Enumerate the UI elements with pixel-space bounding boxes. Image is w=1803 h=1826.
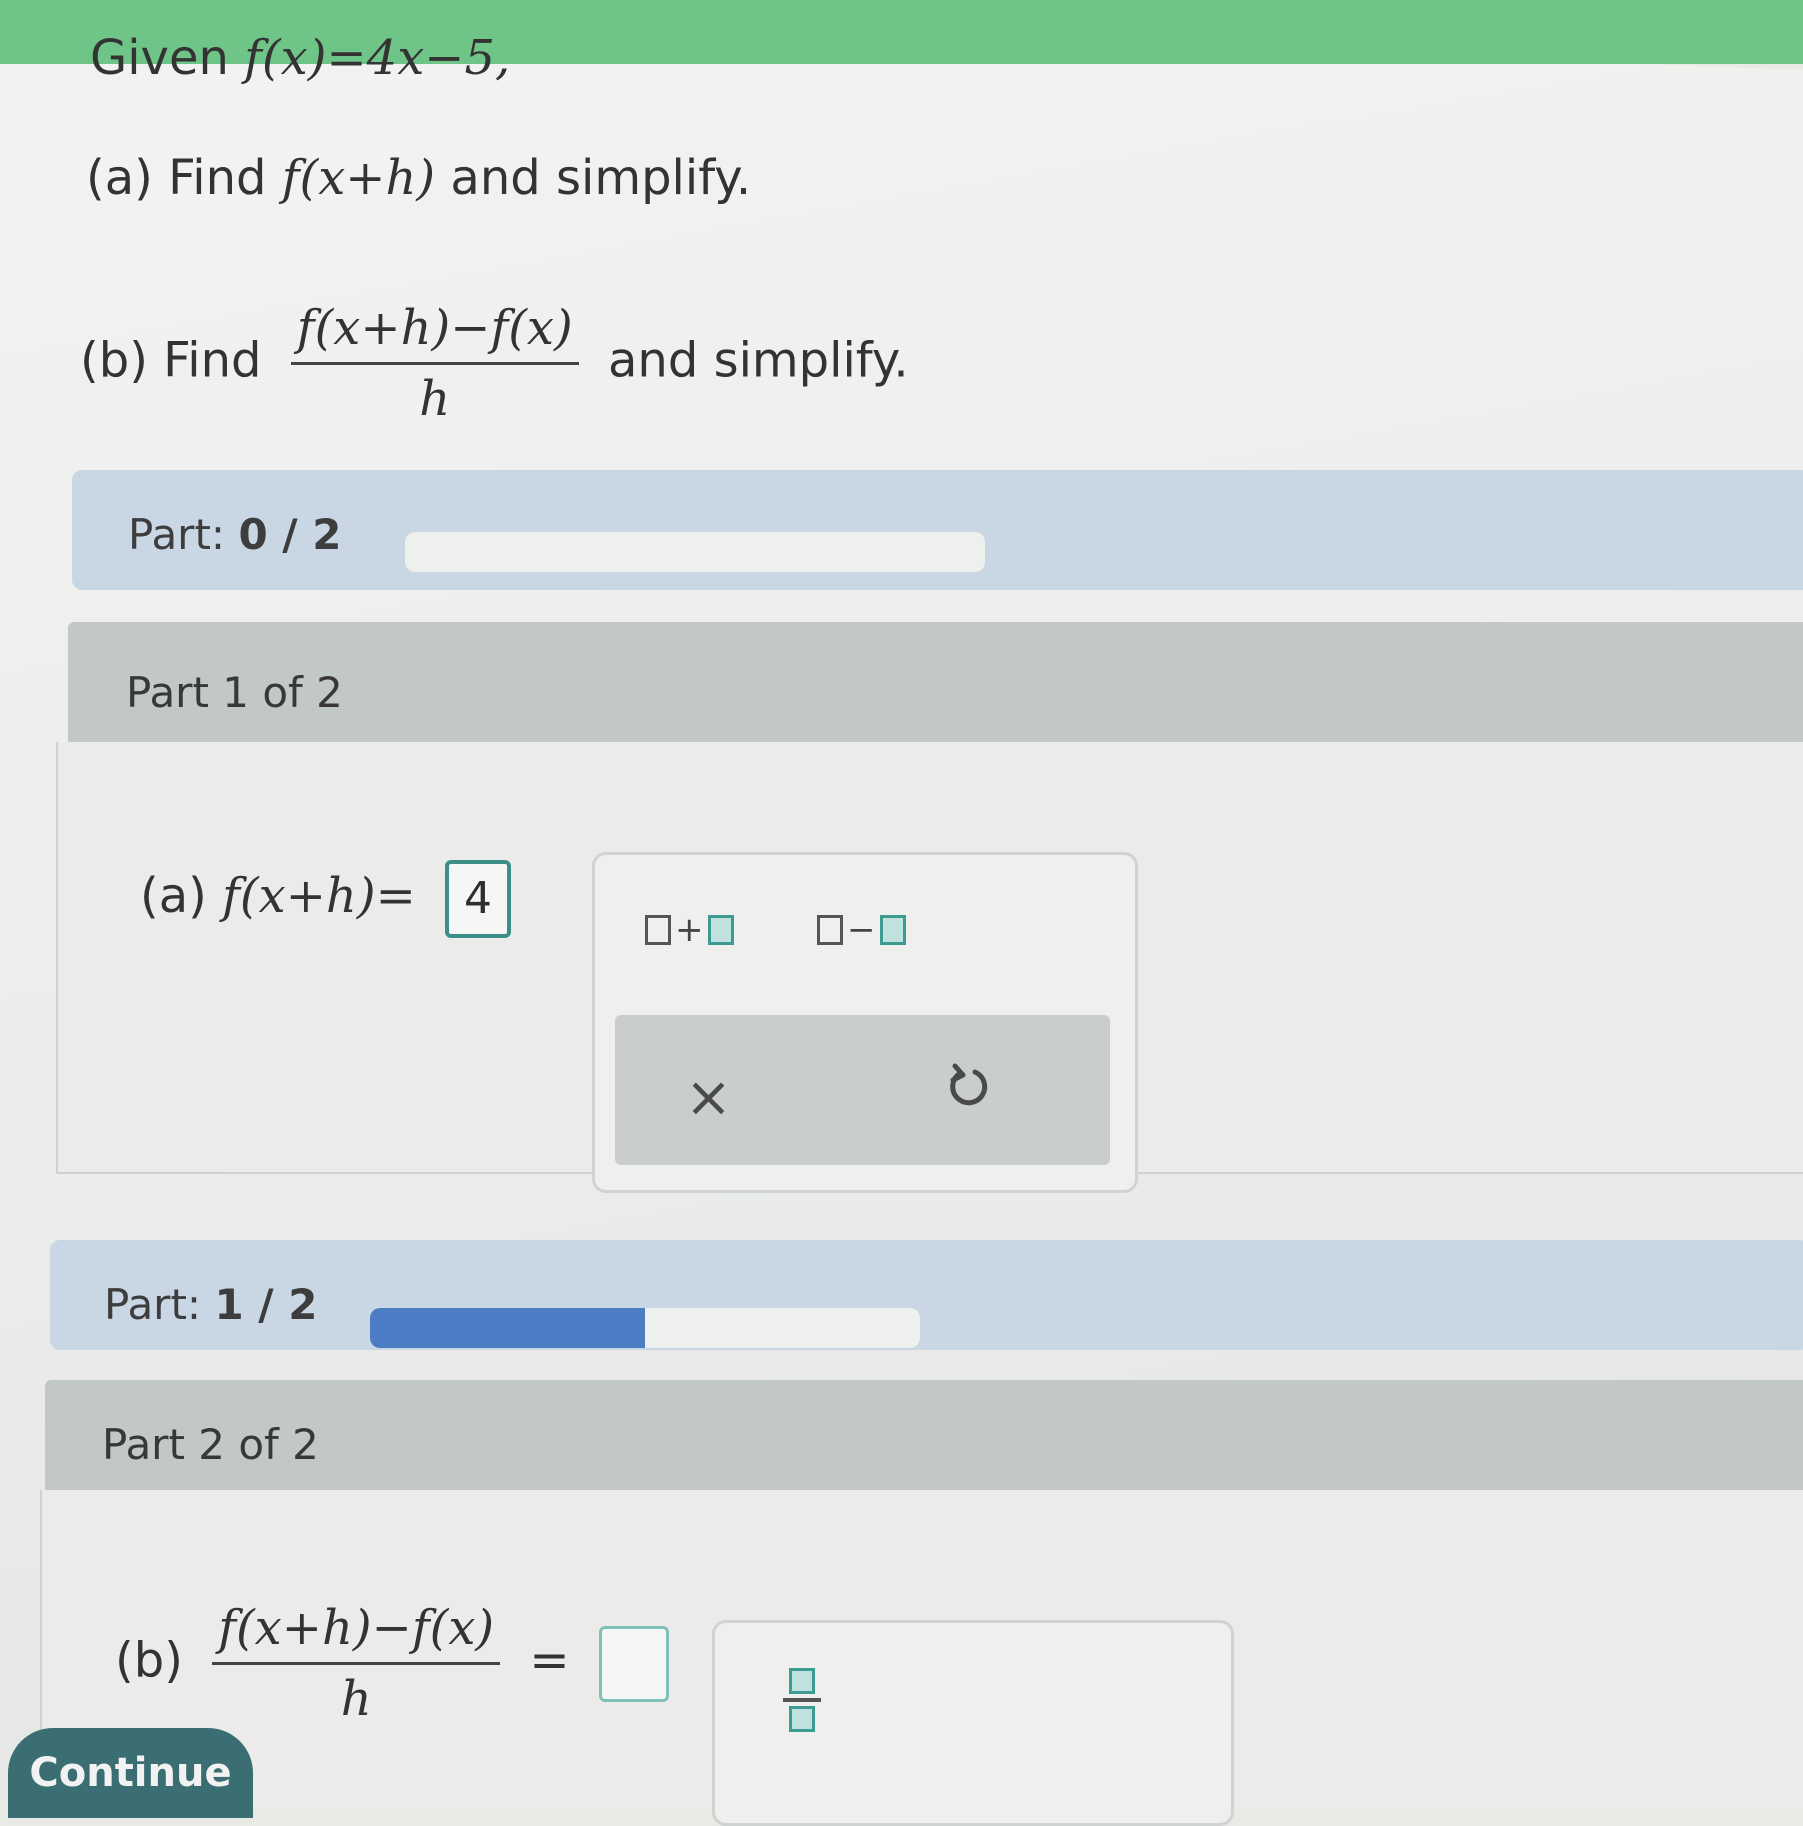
placeholder-square-icon bbox=[817, 915, 843, 945]
difference-template-button[interactable]: − bbox=[817, 910, 906, 950]
part-progress-label-1: Part: 0 / 2 bbox=[128, 510, 341, 559]
part-2-title: Part 2 of 2 bbox=[102, 1420, 319, 1469]
part-1-eq-label: (a) bbox=[140, 868, 207, 924]
part-progress-text-2: Part: bbox=[104, 1280, 202, 1329]
part-a-suffix: and simplify. bbox=[450, 150, 752, 206]
part-progress-value-2: 1 / 2 bbox=[214, 1280, 318, 1329]
part-b-numerator: f(x+h)−f(x) bbox=[290, 300, 579, 365]
part-progress-label-2: Part: 1 / 2 bbox=[104, 1280, 317, 1329]
part-2-fraction: f(x+h)−f(x) h bbox=[212, 1600, 501, 1727]
undo-button[interactable] bbox=[945, 1060, 993, 1114]
given-prefix: Given bbox=[90, 30, 229, 86]
placeholder-square-icon bbox=[879, 915, 906, 945]
fraction-template-icon bbox=[783, 1668, 821, 1732]
progress-track-1 bbox=[405, 532, 985, 572]
progress-fill-2 bbox=[370, 1308, 645, 1348]
part-2-numerator: f(x+h)−f(x) bbox=[212, 1600, 501, 1665]
continue-button[interactable]: Continue bbox=[8, 1728, 253, 1818]
part-progress-text-1: Part: bbox=[128, 510, 226, 559]
placeholder-square-icon bbox=[707, 915, 734, 945]
part-2-denominator: h bbox=[340, 1671, 372, 1727]
given-expression: f(x)=4x−5, bbox=[244, 30, 511, 86]
fraction-template-button[interactable] bbox=[783, 1668, 821, 1732]
question-part-a: (a) Find f(x+h) and simplify. bbox=[86, 150, 751, 206]
undo-icon bbox=[950, 1063, 988, 1106]
part-progress-value-1: 0 / 2 bbox=[238, 510, 342, 559]
part-b-suffix: and simplify. bbox=[608, 332, 909, 389]
part-1-equation: (a) f(x+h)= 4 bbox=[140, 860, 512, 938]
question-part-b: (b) Find f(x+h)−f(x) h and simplify. bbox=[80, 300, 909, 427]
part-b-fraction: f(x+h)−f(x) h bbox=[290, 300, 579, 427]
part-2-equation: (b) f(x+h)−f(x) h = bbox=[115, 1600, 669, 1727]
minus-symbol: − bbox=[847, 910, 876, 950]
part-a-prefix: (a) Find bbox=[86, 150, 267, 206]
part-b-prefix: (b) Find bbox=[80, 332, 262, 389]
part-1-answer-input[interactable]: 4 bbox=[445, 860, 512, 938]
part-1-title: Part 1 of 2 bbox=[126, 668, 343, 717]
part-b-denominator: h bbox=[419, 371, 451, 427]
part-1-eq-expression: f(x+h)= bbox=[222, 868, 416, 924]
part-a-expression: f(x+h) bbox=[281, 150, 436, 206]
clear-button[interactable]: × bbox=[685, 1065, 732, 1130]
plus-symbol: + bbox=[675, 910, 704, 950]
part-2-equals: = bbox=[529, 1632, 570, 1689]
part-2-answer-input[interactable] bbox=[598, 1625, 669, 1702]
placeholder-square-icon bbox=[645, 915, 671, 945]
x-icon: × bbox=[685, 1065, 732, 1130]
part-2-eq-label: (b) bbox=[115, 1632, 183, 1689]
math-keypad-1: + − × bbox=[592, 852, 1138, 1193]
sum-template-button[interactable]: + bbox=[645, 910, 734, 950]
question-given: Given f(x)=4x−5, bbox=[90, 30, 510, 86]
progress-track-2 bbox=[370, 1308, 920, 1348]
math-keypad-2 bbox=[712, 1620, 1234, 1826]
